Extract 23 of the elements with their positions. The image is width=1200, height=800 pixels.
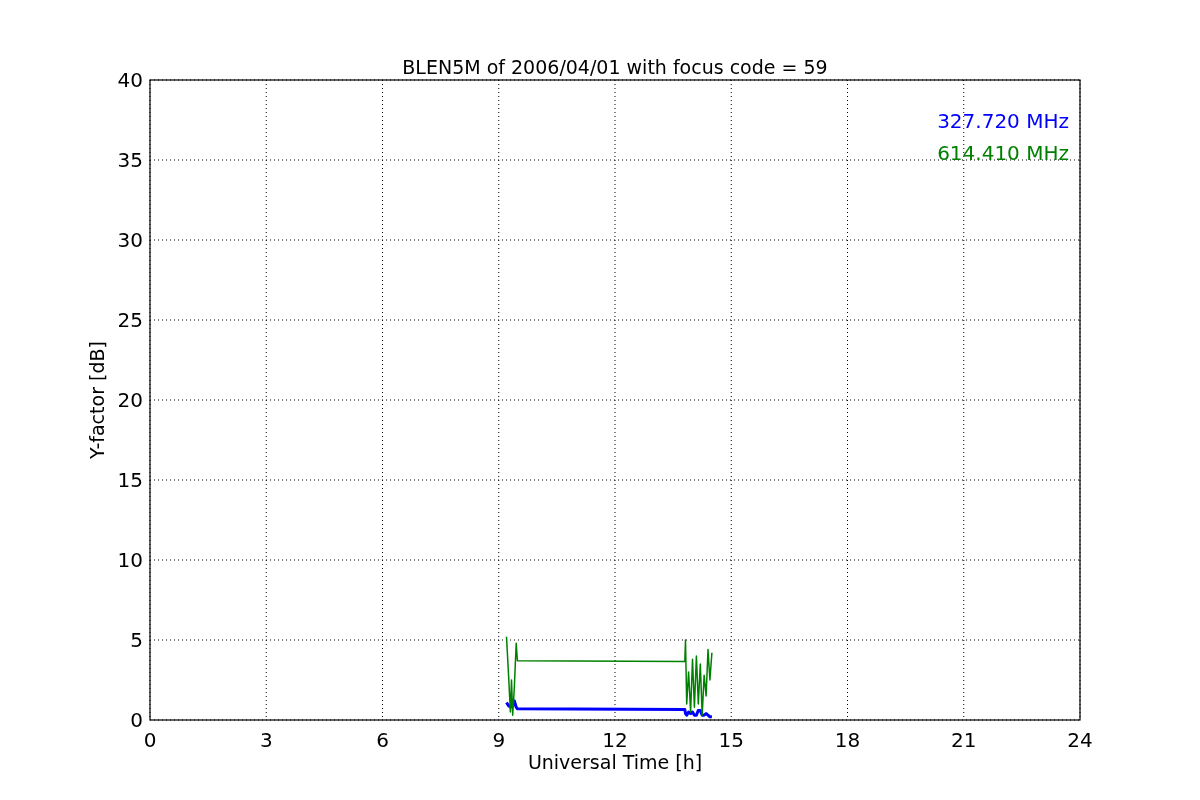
legend-label: 614.410 MHz (937, 141, 1069, 165)
x-tick-label: 0 (143, 728, 157, 752)
x-tick-label: 24 (1067, 728, 1093, 752)
y-tick-label: 40 (117, 68, 143, 92)
y-tick-label: 0 (130, 708, 143, 732)
x-axis-label: Universal Time [h] (527, 751, 703, 773)
y-tick-label: 5 (130, 628, 143, 652)
legend-label: 327.720 MHz (937, 109, 1069, 133)
y-tick-label: 30 (117, 228, 143, 252)
y-axis-label: Y-factor [dB] (86, 341, 108, 459)
y-tick-label: 20 (117, 388, 143, 412)
x-tick-label: 21 (951, 728, 977, 752)
y-tick-label: 25 (117, 308, 143, 332)
x-tick-label: 18 (834, 728, 861, 752)
x-tick-label: 15 (718, 728, 744, 752)
y-tick-label: 10 (117, 548, 143, 572)
y-tick-label: 35 (117, 148, 143, 172)
x-tick-label: 3 (259, 728, 273, 752)
chart-title: BLEN5M of 2006/04/01 with focus code = 59 (402, 56, 828, 78)
y-tick-label: 15 (117, 468, 143, 492)
x-tick-label: 12 (602, 728, 628, 752)
x-tick-label: 9 (492, 728, 506, 752)
x-tick-label: 6 (376, 728, 389, 752)
